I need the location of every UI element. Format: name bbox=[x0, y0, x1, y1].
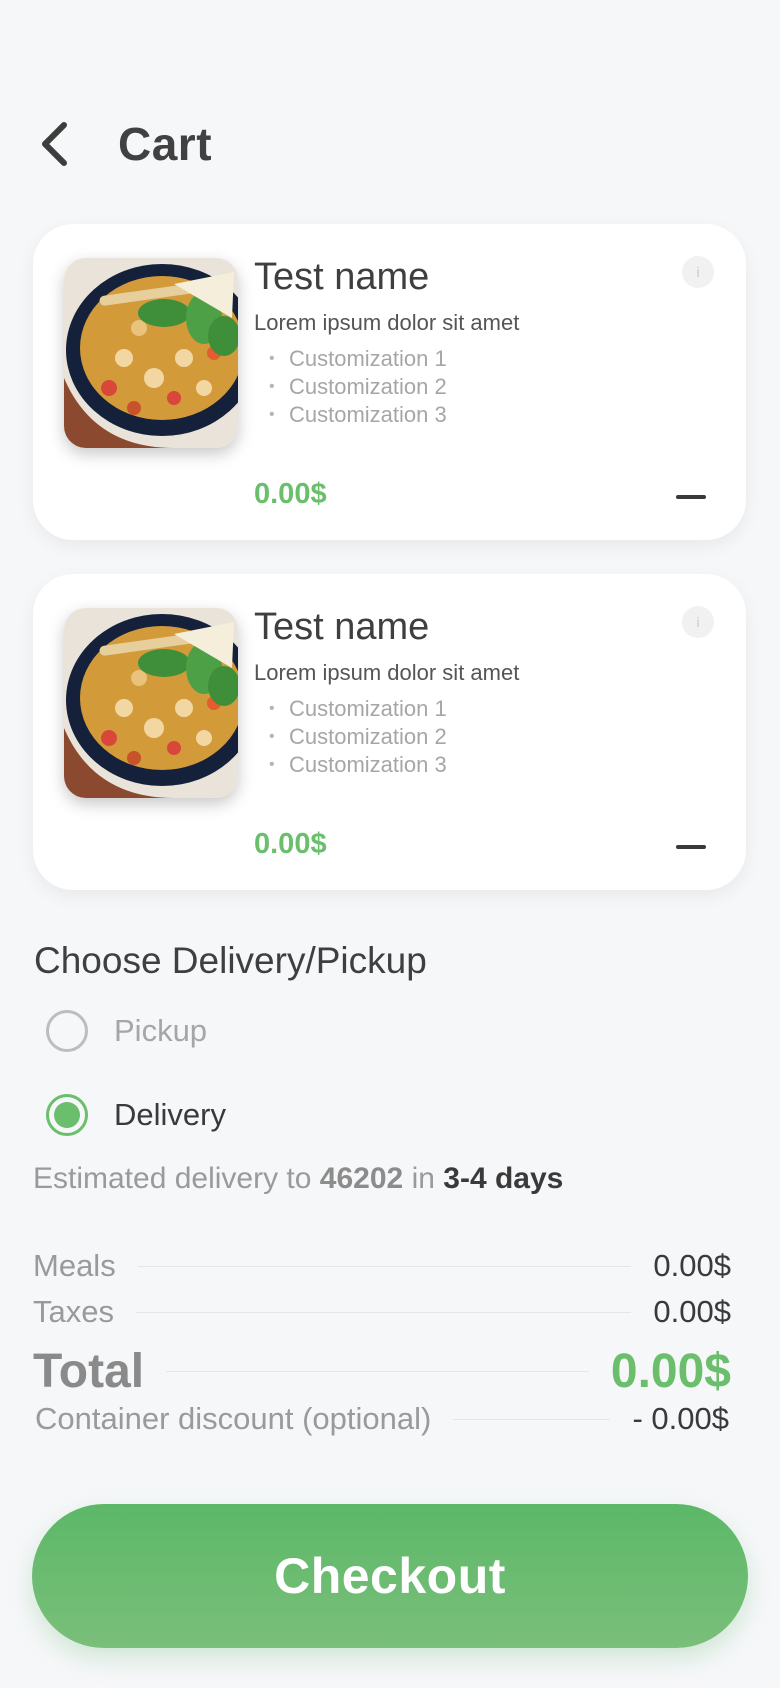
summary-divider bbox=[135, 1311, 632, 1313]
customization-item: Customization 1 bbox=[269, 695, 447, 723]
radio-button[interactable] bbox=[46, 1010, 88, 1052]
total-label: Total bbox=[33, 1345, 145, 1398]
customization-item: Customization 2 bbox=[269, 723, 447, 751]
summary-divider bbox=[453, 1418, 611, 1420]
radio-option-delivery[interactable]: Delivery bbox=[46, 1094, 226, 1136]
summary-row-discount: Container discount (optional) - 0.00$ bbox=[35, 1401, 729, 1437]
delivery-zip: 46202 bbox=[319, 1162, 404, 1195]
chevron-left-icon bbox=[42, 122, 67, 166]
item-name: Test name bbox=[254, 256, 430, 298]
checkout-label: Checkout bbox=[274, 1548, 506, 1604]
summary-value: - 0.00$ bbox=[632, 1401, 729, 1436]
item-description: Lorem ipsum dolor sit amet bbox=[254, 310, 520, 335]
radio-option-pickup[interactable]: Pickup bbox=[46, 1010, 207, 1052]
summary-value: 0.00$ bbox=[653, 1248, 731, 1283]
summary-row-taxes: Taxes 0.00$ bbox=[33, 1294, 731, 1330]
delivery-estimate: Estimated delivery to 46202 in 3-4 days bbox=[33, 1162, 563, 1196]
summary-divider bbox=[166, 1371, 589, 1372]
info-icon[interactable]: i bbox=[682, 606, 714, 638]
radio-label: Delivery bbox=[114, 1097, 226, 1132]
back-button[interactable] bbox=[34, 116, 74, 172]
remove-item-button[interactable] bbox=[676, 832, 706, 862]
total-value: 0.00$ bbox=[610, 1345, 731, 1398]
item-name: Test name bbox=[254, 606, 430, 648]
item-description: Lorem ipsum dolor sit amet bbox=[254, 660, 520, 685]
header: Cart bbox=[34, 112, 212, 176]
item-price: 0.00$ bbox=[254, 828, 327, 860]
page-title: Cart bbox=[118, 118, 213, 170]
item-price: 0.00$ bbox=[254, 478, 327, 510]
estimate-prefix: Estimated delivery to bbox=[33, 1162, 312, 1195]
summary-divider bbox=[137, 1265, 632, 1267]
estimate-mid: in bbox=[411, 1162, 435, 1195]
minus-icon bbox=[676, 495, 706, 499]
summary-label: Container discount (optional) bbox=[35, 1401, 432, 1436]
cart-item-card[interactable]: Test name Lorem ipsum dolor sit amet Cus… bbox=[33, 574, 746, 890]
summary-row-total: Total 0.00$ bbox=[33, 1344, 731, 1399]
remove-item-button[interactable] bbox=[676, 482, 706, 512]
summary-row-meals: Meals 0.00$ bbox=[33, 1248, 731, 1284]
minus-icon bbox=[676, 845, 706, 849]
radio-button[interactable] bbox=[46, 1094, 88, 1136]
customization-item: Customization 2 bbox=[269, 373, 447, 401]
customization-list: Customization 1 Customization 2 Customiz… bbox=[269, 695, 447, 779]
cart-item-card[interactable]: Test name Lorem ipsum dolor sit amet Cus… bbox=[33, 224, 746, 540]
customization-item: Customization 3 bbox=[269, 401, 447, 429]
info-icon[interactable]: i bbox=[682, 256, 714, 288]
summary-label: Meals bbox=[33, 1248, 116, 1283]
summary-value: 0.00$ bbox=[653, 1294, 731, 1329]
radio-selected-dot bbox=[54, 1102, 80, 1128]
checkout-button[interactable]: Checkout bbox=[32, 1504, 748, 1648]
customization-item: Customization 3 bbox=[269, 751, 447, 779]
delivery-days: 3-4 days bbox=[443, 1162, 564, 1195]
food-bowl-image bbox=[64, 608, 238, 798]
customization-item: Customization 1 bbox=[269, 345, 447, 373]
radio-label: Pickup bbox=[114, 1013, 208, 1048]
cart-screen: Cart Test name Lorem ipsum dolor sit ame… bbox=[0, 0, 780, 1688]
delivery-section-title: Choose Delivery/Pickup bbox=[34, 940, 427, 981]
food-bowl-image bbox=[64, 258, 238, 448]
summary-label: Taxes bbox=[33, 1294, 114, 1329]
customization-list: Customization 1 Customization 2 Customiz… bbox=[269, 345, 447, 429]
